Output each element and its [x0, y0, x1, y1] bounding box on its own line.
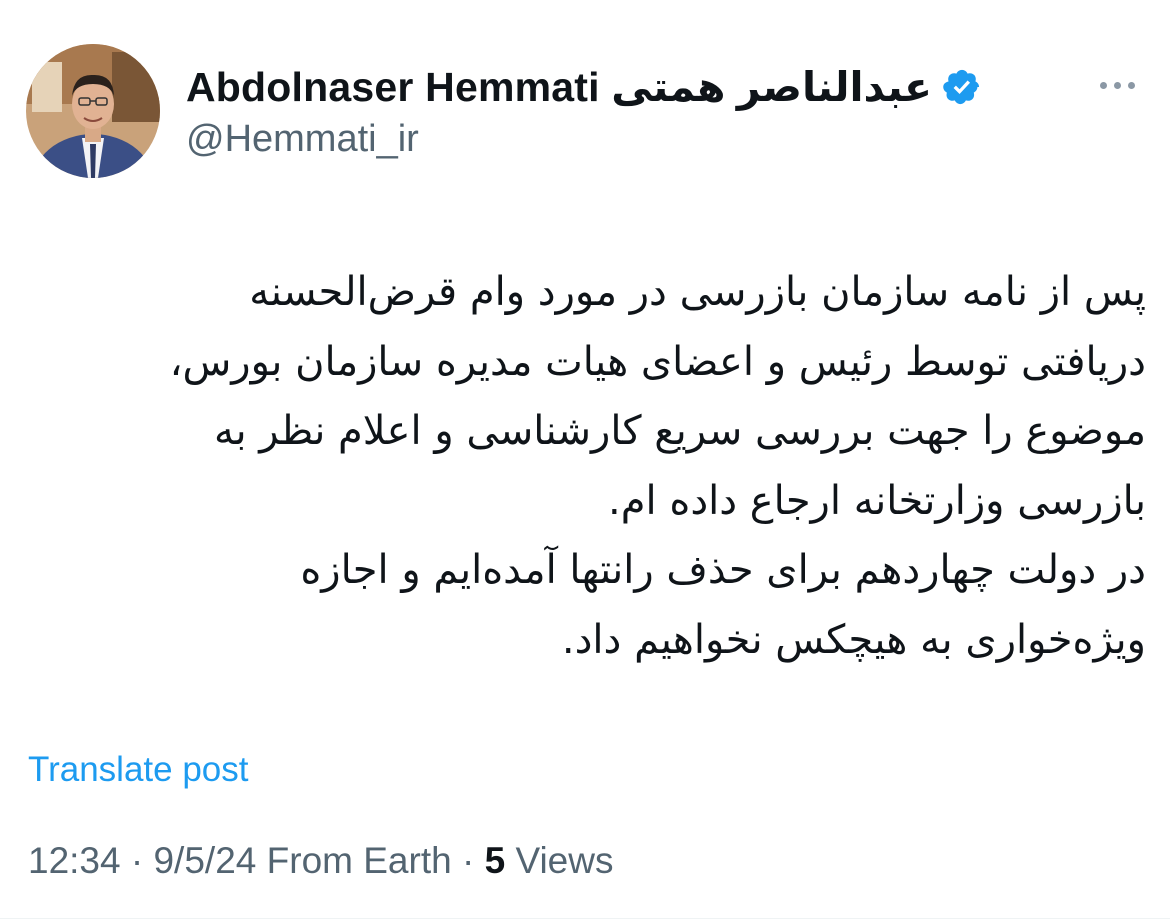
tweet-text-line: ویژه‌خواری به هیچکس نخواهیم داد. [561, 616, 1146, 663]
translate-post-link[interactable]: Translate post [28, 750, 248, 790]
author-handle[interactable]: @Hemmati_ir [186, 118, 419, 161]
tweet-text-line: موضوع را جهت بررسی سریع کارشناسی و اعلام… [214, 408, 1146, 454]
tweet-text-line: دریافتی توسط رئیس و اعضای هیات مدیره ساز… [169, 338, 1146, 385]
meta-separator: · [130, 840, 144, 881]
author-display-name[interactable]: Abdolnaser Hemmati عبدالناصر همتی [186, 63, 932, 111]
tweet-text-line: پس از نامه سازمان بازرسی در مورد وام قرض… [249, 269, 1146, 315]
tweet-text: پس از نامه سازمان بازرسی در مورد وام قرض… [26, 258, 1146, 675]
avatar[interactable] [26, 44, 160, 178]
tweet-time[interactable]: 12:34 [28, 840, 121, 881]
author-name-row[interactable]: Abdolnaser Hemmati عبدالناصر همتی [186, 62, 982, 112]
meta-separator: · [461, 840, 475, 881]
divider [0, 918, 1170, 919]
tweet-metadata: 12:34 · 9/5/24 From Earth · 5 Views [28, 840, 613, 882]
tweet-date[interactable]: 9/5/24 [153, 840, 256, 881]
verified-badge-icon[interactable] [942, 67, 982, 107]
more-options-icon[interactable] [1094, 70, 1140, 100]
tweet-source: From Earth [266, 840, 452, 881]
views-count[interactable]: 5 [485, 840, 506, 881]
tweet-text-line: در دولت چهاردهم برای حذف رانتها آمده‌ایم… [300, 547, 1146, 593]
more-dot [1127, 81, 1135, 89]
tweet-text-line: بازرسی وزارتخانه ارجاع داده ام. [608, 477, 1146, 524]
more-dot [1113, 81, 1121, 89]
more-dot [1099, 81, 1107, 89]
views-label[interactable]: Views [515, 840, 613, 881]
